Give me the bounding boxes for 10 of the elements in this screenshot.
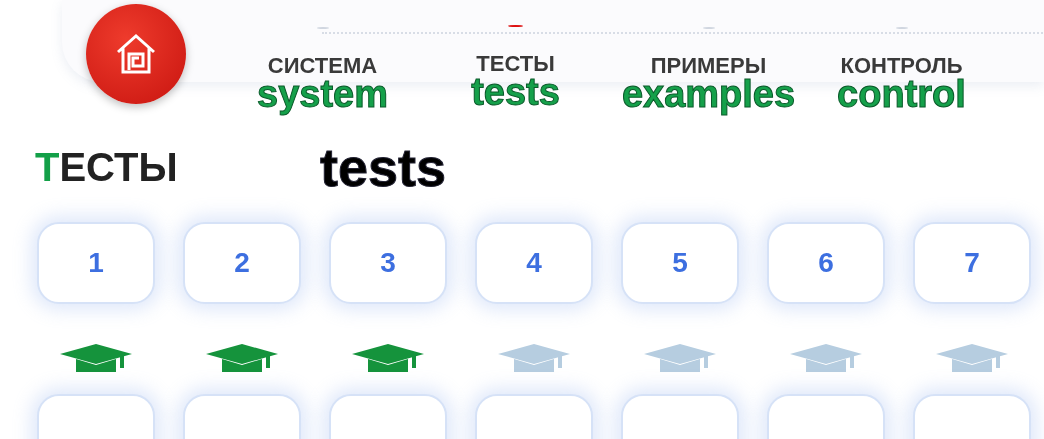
test-button[interactable]: 5 (621, 222, 739, 304)
page-title: ТЕСТЫ (35, 144, 179, 190)
test-button[interactable]: 3 (329, 222, 447, 304)
app-logo[interactable] (86, 4, 186, 104)
test-button[interactable]: 1 (37, 222, 155, 304)
translation-label: tests (320, 140, 447, 194)
test-button[interactable]: 7 (913, 222, 1031, 304)
test-button[interactable]: 2 (183, 222, 301, 304)
test-button[interactable]: 6 (767, 222, 885, 304)
test-button[interactable]: 4 (475, 222, 593, 304)
